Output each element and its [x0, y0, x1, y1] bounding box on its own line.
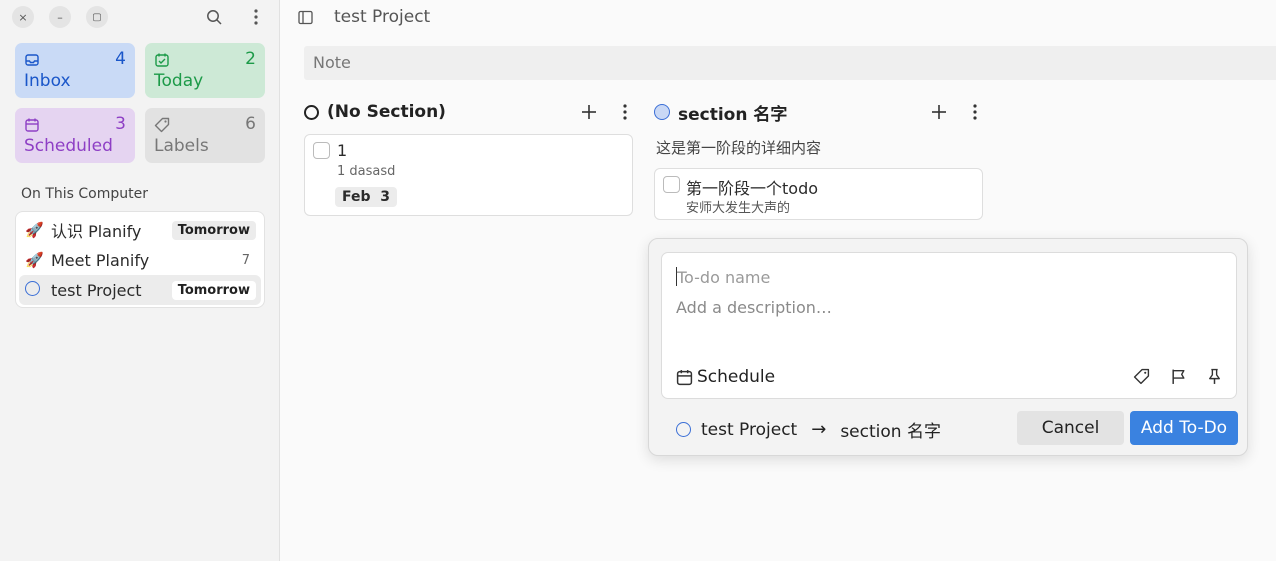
on-this-computer-header: On This Computer	[21, 186, 148, 202]
today-label: Today	[154, 71, 204, 91]
project-name: Meet Planify	[51, 250, 150, 270]
project-title: test Project	[334, 7, 431, 27]
close-window-button[interactable]: ×	[12, 6, 34, 28]
scheduled-tile[interactable]: 3 Scheduled	[15, 108, 135, 163]
minimize-window-button[interactable]: –	[49, 6, 71, 28]
today-count: 2	[245, 49, 256, 69]
arrow-right-icon: →	[811, 419, 827, 440]
calendar-icon	[25, 118, 39, 132]
labels-count: 6	[245, 114, 256, 134]
add-task-button[interactable]	[579, 101, 599, 123]
task-description: 安师大发生大声的	[686, 201, 791, 216]
project-circle-icon	[25, 280, 40, 296]
note-field[interactable]: Note	[304, 46, 1276, 80]
target-section: section 名字	[840, 422, 941, 442]
maximize-window-button[interactable]: ▢	[86, 6, 108, 28]
section-header-no-section: (No Section)	[304, 99, 446, 125]
pin-icon	[1209, 368, 1220, 384]
due-date-badge: Feb 3	[335, 187, 398, 207]
section-menu-button[interactable]	[965, 101, 985, 123]
labels-tile[interactable]: 6 Labels	[145, 108, 265, 163]
toggle-sidebar-button[interactable]	[296, 8, 314, 26]
scheduled-count: 3	[115, 114, 126, 134]
task-card[interactable]: 第一阶段一个todo 安师大发生大声的	[654, 168, 983, 220]
tag-icon	[154, 117, 170, 133]
more-vertical-icon	[254, 9, 258, 25]
pin-button[interactable]	[1206, 368, 1224, 386]
search-icon	[207, 10, 222, 25]
project-item-test-project[interactable]: test Project Tomorrow	[19, 275, 261, 305]
scheduled-label: Scheduled	[24, 136, 113, 156]
labels-button[interactable]	[1133, 368, 1151, 386]
inbox-label: Inbox	[24, 71, 71, 91]
section-title: (No Section)	[327, 102, 446, 122]
maximize-icon: ▢	[92, 11, 102, 23]
todo-name-input[interactable]: To-do name	[677, 268, 770, 287]
project-name: 认识 Planify	[51, 222, 142, 241]
priority-button[interactable]	[1170, 368, 1188, 386]
schedule-button[interactable]: Schedule	[676, 367, 775, 387]
section-menu-button[interactable]	[615, 101, 635, 123]
task-title: 第一阶段一个todo	[686, 179, 819, 198]
tag-icon	[1133, 368, 1150, 385]
schedule-label: Schedule	[697, 367, 776, 387]
more-vertical-icon	[623, 104, 627, 120]
sidebar-toggle-icon	[297, 10, 313, 24]
section-header-section-name: section 名字	[654, 99, 787, 125]
section-title: section 名字	[678, 104, 788, 125]
today-tile[interactable]: 2 Today	[145, 43, 265, 98]
sidebar: × – ▢ 4 Inbox 2 Today 3 Scheduled 6 Labe…	[0, 0, 280, 561]
new-todo-popover: To-do name Add a description… Schedule t…	[648, 238, 1248, 456]
calendar-icon	[676, 369, 693, 385]
rocket-icon: 🚀	[25, 251, 44, 269]
task-checkbox[interactable]	[663, 176, 680, 193]
task-title: 1	[337, 141, 348, 160]
task-description: 1 dasasd	[337, 164, 396, 179]
calendar-today-icon	[155, 53, 169, 67]
plus-icon	[582, 105, 596, 119]
todo-description-input[interactable]: Add a description…	[676, 298, 832, 317]
more-vertical-icon	[973, 104, 977, 120]
flag-icon	[1172, 369, 1185, 384]
project-count: 7	[241, 252, 250, 268]
inbox-count: 4	[115, 49, 126, 69]
project-circle-icon	[676, 422, 691, 437]
labels-label: Labels	[154, 136, 209, 156]
cancel-button[interactable]: Cancel	[1017, 411, 1124, 445]
project-ring-slot	[25, 280, 51, 300]
task-checkbox[interactable]	[313, 142, 330, 159]
rocket-icon: 🚀	[25, 221, 44, 239]
due-badge: Tomorrow	[171, 280, 256, 300]
minimize-icon: –	[57, 10, 63, 24]
add-task-button[interactable]	[929, 101, 949, 123]
add-todo-button[interactable]: Add To-Do	[1130, 411, 1238, 445]
due-badge: Tomorrow	[171, 220, 256, 240]
project-item-renshi-planify[interactable]: 🚀 认识 Planify Tomorrow	[19, 215, 261, 245]
section-circle-icon	[654, 104, 670, 120]
project-item-meet-planify[interactable]: 🚀 Meet Planify 7	[19, 245, 261, 275]
inbox-tile[interactable]: 4 Inbox	[15, 43, 135, 98]
project-list: 🚀 认识 Planify Tomorrow 🚀 Meet Planify 7 t…	[15, 211, 265, 308]
target-project: test Project	[701, 419, 798, 440]
search-button[interactable]	[203, 6, 225, 28]
section-description: 这是第一阶段的详细内容	[656, 139, 822, 157]
section-circle-icon	[304, 104, 319, 120]
plus-icon	[932, 105, 946, 119]
sidebar-menu-button[interactable]	[245, 6, 267, 28]
task-card[interactable]: 1 1 dasasd Feb 3	[304, 134, 633, 216]
close-icon: ×	[18, 10, 28, 24]
header: test Project	[296, 5, 430, 29]
target-location[interactable]: test Project → section 名字	[676, 417, 941, 442]
project-name: test Project	[51, 280, 142, 300]
todo-editor: To-do name Add a description… Schedule	[661, 252, 1237, 399]
inbox-icon	[25, 54, 39, 66]
